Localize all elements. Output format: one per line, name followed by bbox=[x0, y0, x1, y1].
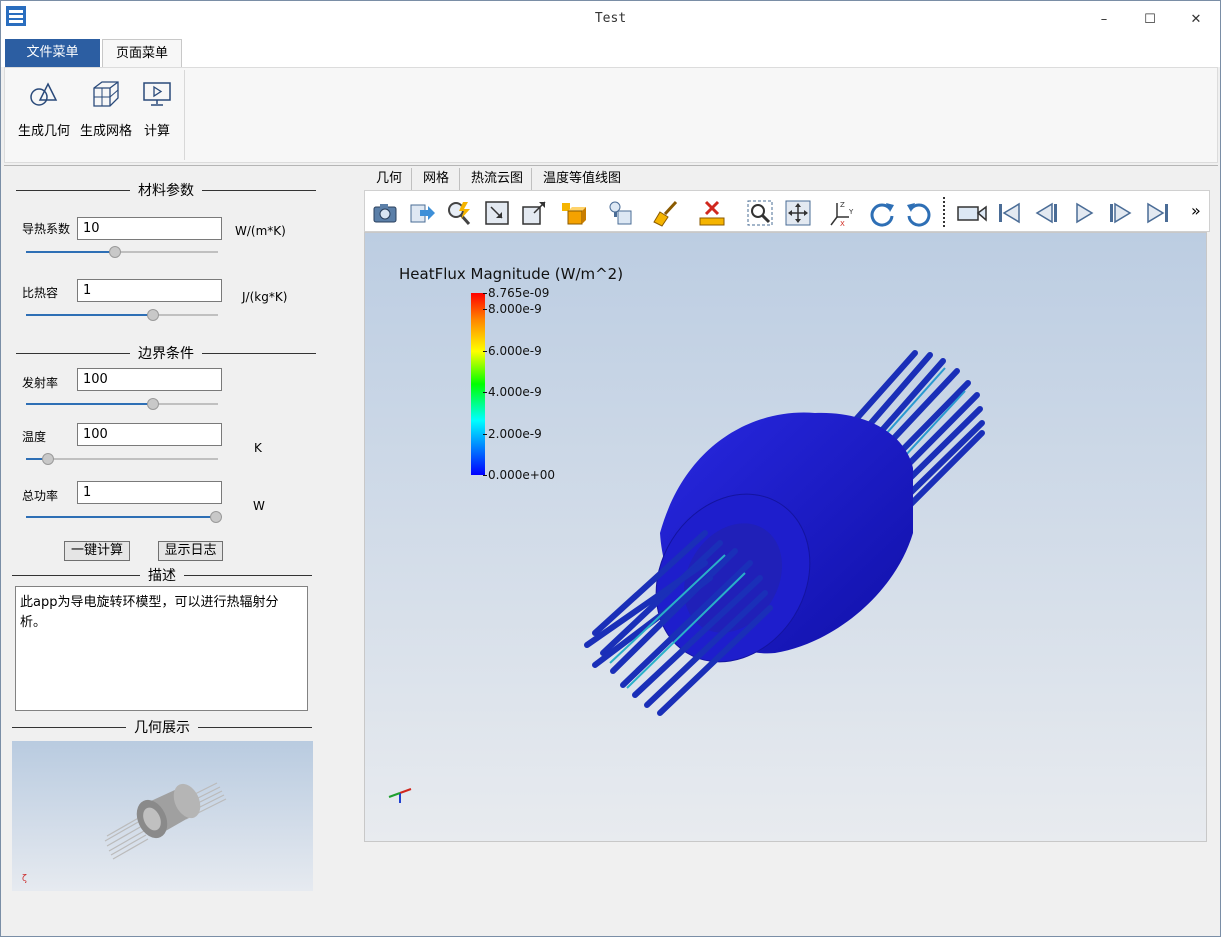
specific-heat-slider[interactable] bbox=[26, 308, 218, 322]
thermal-conductivity-unit: W/(m*K) bbox=[235, 224, 286, 238]
generate-geometry-label: 生成几何 bbox=[17, 124, 70, 139]
toolbar-more-button[interactable]: » bbox=[1191, 201, 1201, 220]
last-frame-icon[interactable] bbox=[1144, 199, 1172, 227]
tab-separator bbox=[531, 168, 532, 190]
emissivity-slider[interactable] bbox=[26, 397, 218, 411]
next-frame-icon[interactable] bbox=[1107, 199, 1135, 227]
view-pane: 几何 网格 热流云图 温度等值线图 ZYX » HeatFlux Magnitu… bbox=[364, 166, 1210, 844]
maximize-button[interactable]: ☐ bbox=[1127, 7, 1173, 31]
title-bar: Test – ☐ ✕ bbox=[1, 1, 1220, 37]
one-click-compute-button[interactable]: 一键计算 bbox=[64, 541, 130, 561]
tab-separator bbox=[411, 168, 412, 190]
temperature-slider[interactable] bbox=[26, 452, 218, 466]
toolbar-separator bbox=[943, 197, 945, 227]
svg-text:ζ: ζ bbox=[22, 874, 27, 884]
rotate-cw-icon[interactable] bbox=[868, 199, 896, 227]
tab-geometry[interactable]: 几何 bbox=[376, 170, 402, 190]
svg-text:Z: Z bbox=[840, 201, 845, 209]
camera-icon[interactable] bbox=[371, 199, 399, 227]
tab-file-menu[interactable]: 文件菜单 bbox=[5, 39, 100, 68]
boundary-title: 边界条件 bbox=[138, 346, 194, 362]
first-frame-icon[interactable] bbox=[995, 199, 1023, 227]
prev-frame-icon[interactable] bbox=[1032, 199, 1060, 227]
specific-heat-label: 比热容 bbox=[22, 286, 59, 300]
description-group-title: 描述 bbox=[12, 567, 312, 584]
light-icon[interactable] bbox=[606, 199, 634, 227]
geometry-preview-group-title: 几何展示 bbox=[12, 719, 312, 736]
geometry-icon bbox=[30, 82, 58, 106]
tab-page-menu[interactable]: 页面菜单 bbox=[102, 39, 182, 68]
description-title: 描述 bbox=[148, 568, 176, 584]
pan-icon[interactable] bbox=[784, 199, 812, 227]
show-log-button[interactable]: 显示日志 bbox=[158, 541, 223, 561]
compute-icon bbox=[143, 82, 171, 106]
clear-icon[interactable] bbox=[652, 199, 680, 227]
temperature-label: 温度 bbox=[22, 430, 47, 444]
emissivity-input[interactable] bbox=[77, 368, 222, 391]
zoom-fit-icon[interactable] bbox=[483, 199, 511, 227]
material-title: 材料参数 bbox=[138, 183, 194, 199]
thermal-conductivity-slider[interactable] bbox=[26, 245, 218, 259]
display-mode-icon[interactable] bbox=[560, 199, 588, 227]
view-toolbar: ZYX » bbox=[364, 190, 1210, 232]
temperature-unit: K bbox=[254, 441, 262, 455]
compute-label: 计算 bbox=[143, 124, 170, 139]
thermal-conductivity-input[interactable] bbox=[77, 217, 222, 240]
zoom-region-icon[interactable] bbox=[520, 199, 548, 227]
total-power-unit: W bbox=[253, 499, 265, 513]
ruler-icon[interactable] bbox=[698, 199, 726, 227]
rotate-ccw-icon[interactable] bbox=[905, 199, 933, 227]
export-icon[interactable] bbox=[408, 199, 436, 227]
svg-text:X: X bbox=[840, 220, 845, 227]
boundary-group-title: 边界条件 bbox=[16, 345, 316, 362]
generate-geometry-button[interactable]: 生成几何 bbox=[15, 72, 73, 139]
svg-text:Y: Y bbox=[848, 208, 854, 216]
query-icon[interactable] bbox=[445, 199, 473, 227]
generate-mesh-label: 生成网格 bbox=[79, 124, 132, 139]
tab-separator bbox=[459, 168, 460, 190]
emissivity-label: 发射率 bbox=[22, 376, 59, 390]
total-power-slider[interactable] bbox=[26, 510, 222, 524]
close-button[interactable]: ✕ bbox=[1173, 7, 1219, 31]
axes-icon[interactable]: ZYX bbox=[827, 199, 855, 227]
tab-temperature-contour[interactable]: 温度等值线图 bbox=[543, 170, 621, 190]
minimize-button[interactable]: – bbox=[1081, 7, 1127, 31]
3d-viewport[interactable]: HeatFlux Magnitude (W/m^2) 8.765e-09 8.0… bbox=[364, 232, 1207, 842]
specific-heat-input[interactable] bbox=[77, 279, 222, 302]
record-icon[interactable] bbox=[956, 199, 988, 227]
heatflux-model bbox=[388, 350, 985, 803]
total-power-input[interactable] bbox=[77, 481, 222, 504]
window-title: Test bbox=[594, 11, 627, 26]
main-area: 材料参数 导热系数 W/(m*K) 比热容 J/(kg*K) 边界条件 发射率 bbox=[4, 165, 1218, 935]
description-text[interactable]: 此app为导电旋转环模型，可以进行热辐射分析。 bbox=[15, 586, 308, 711]
mesh-icon bbox=[93, 81, 119, 107]
compute-button[interactable]: 计算 bbox=[139, 72, 175, 139]
geometry-preview-image: ζ bbox=[12, 741, 313, 891]
temperature-input[interactable] bbox=[77, 423, 222, 446]
material-group-title: 材料参数 bbox=[16, 182, 316, 199]
play-icon[interactable] bbox=[1070, 199, 1098, 227]
app-window: Test – ☐ ✕ 文件菜单 页面菜单 生成几何 生成网格 计算 材料参数 导… bbox=[0, 0, 1221, 937]
cylinder-preview-icon: ζ bbox=[22, 782, 227, 884]
generate-mesh-button[interactable]: 生成网格 bbox=[78, 72, 134, 139]
thermal-conductivity-label: 导热系数 bbox=[22, 222, 71, 236]
geometry-preview-title: 几何展示 bbox=[134, 720, 190, 736]
zoom-box-icon[interactable] bbox=[746, 199, 774, 227]
tab-heatflux[interactable]: 热流云图 bbox=[471, 170, 523, 190]
ribbon-panel: 生成几何 生成网格 计算 bbox=[4, 67, 1218, 163]
menu-tab-bar: 文件菜单 页面菜单 bbox=[1, 37, 1220, 68]
ribbon-separator bbox=[184, 70, 185, 160]
tab-mesh[interactable]: 网格 bbox=[423, 170, 449, 190]
specific-heat-unit: J/(kg*K) bbox=[242, 290, 288, 304]
total-power-label: 总功率 bbox=[22, 489, 59, 503]
